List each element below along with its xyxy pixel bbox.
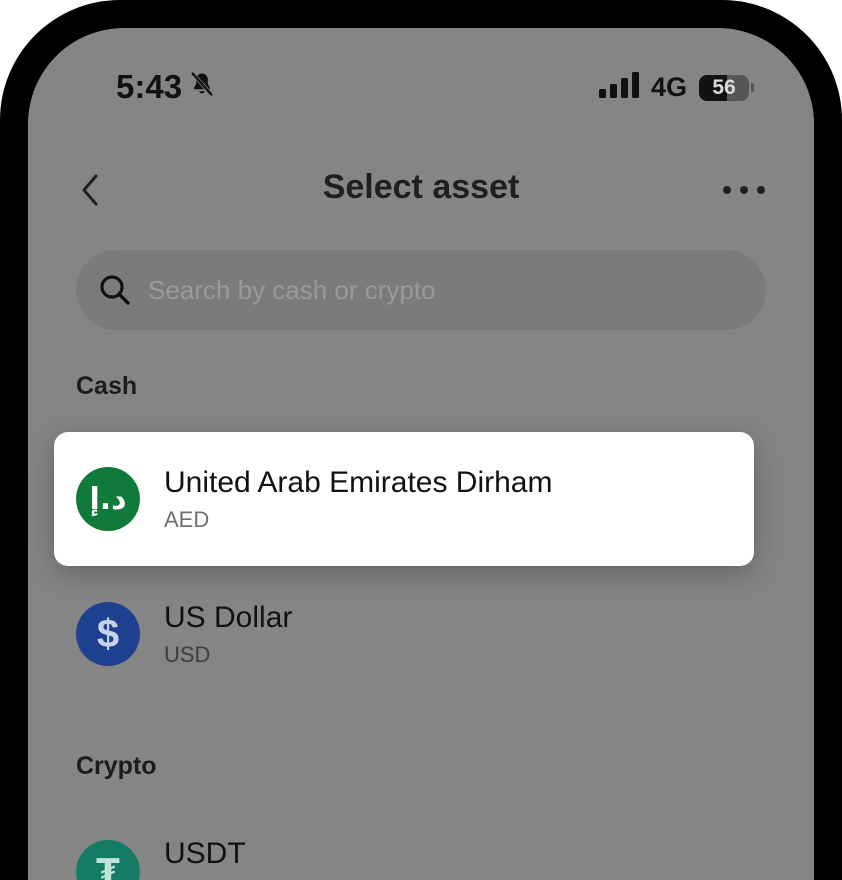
- asset-text: US Dollar USD: [164, 600, 292, 668]
- search-bar[interactable]: [76, 250, 766, 330]
- more-options-button[interactable]: [718, 168, 770, 212]
- asset-code: AED: [164, 507, 210, 532]
- asset-code: USD: [164, 642, 211, 667]
- back-button[interactable]: [68, 168, 112, 212]
- search-icon: [98, 273, 132, 307]
- section-label-cash: Cash: [76, 372, 138, 400]
- chevron-left-icon: [82, 174, 98, 206]
- search-input[interactable]: [146, 273, 742, 307]
- battery-level: 56: [712, 75, 736, 99]
- page-title: Select asset: [322, 168, 520, 206]
- asset-row-aed[interactable]: د.إ United Arab Emirates Dirham AED: [54, 432, 754, 566]
- asset-text: USDT: [164, 836, 246, 872]
- device-frame: 5:43 4G 56 Select asset Search by cash o…: [0, 0, 842, 880]
- usdt-glyph: ₮: [96, 852, 120, 880]
- section-label-crypto: Crypto: [76, 752, 157, 780]
- usd-glyph: $: [96, 611, 120, 656]
- bell-muted-icon: [188, 68, 216, 106]
- network-type: 4G: [650, 72, 687, 102]
- status-time-group: 5:43: [116, 68, 216, 106]
- aed-currency-icon: د.إ: [76, 467, 140, 531]
- aed-glyph: د.إ: [89, 481, 127, 517]
- usd-currency-icon: $: [76, 602, 140, 666]
- asset-row-usdt[interactable]: ₮ USDT: [76, 837, 246, 880]
- status-indicators: 4G 56: [598, 72, 754, 103]
- screen: 5:43 4G 56 Select asset Search by cash o…: [28, 28, 814, 880]
- asset-row-usd[interactable]: $ US Dollar USD: [76, 600, 292, 668]
- asset-name: United Arab Emirates Dirham: [164, 466, 553, 499]
- battery-body: 56: [699, 74, 749, 101]
- ellipsis-icon: [723, 186, 765, 194]
- asset-name: US Dollar: [164, 601, 293, 634]
- battery-icon: 56: [699, 74, 754, 101]
- asset-name: USDT: [164, 837, 246, 870]
- usdt-token-icon: ₮: [76, 840, 140, 880]
- status-time: 5:43: [116, 68, 183, 105]
- asset-text: United Arab Emirates Dirham AED: [164, 465, 552, 533]
- battery-tip: [751, 83, 754, 92]
- cellular-signal-icon: [598, 72, 639, 103]
